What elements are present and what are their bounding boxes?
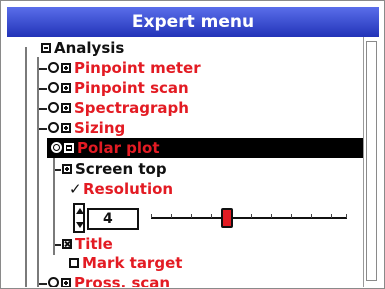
resolution-value-field[interactable]: 4 bbox=[87, 208, 139, 230]
expert-menu-window: Expert menu Analysis Pinpoint meter Pinp… bbox=[0, 0, 385, 289]
tree-item-pinpoint-scan[interactable]: Pinpoint scan bbox=[39, 78, 189, 98]
tree-connector bbox=[55, 168, 61, 171]
radio-icon[interactable] bbox=[48, 82, 59, 93]
resolution-slider-track[interactable] bbox=[151, 214, 347, 219]
radio-icon[interactable] bbox=[48, 102, 59, 113]
expand-icon[interactable] bbox=[61, 277, 71, 287]
slider-tick bbox=[191, 214, 192, 218]
checkbox-icon[interactable] bbox=[69, 257, 79, 268]
tree-item-resolution[interactable]: ✓Resolution bbox=[69, 179, 173, 199]
slider-tick bbox=[331, 214, 332, 218]
radio-selected-icon[interactable] bbox=[51, 142, 62, 153]
tree-root-label: Analysis bbox=[54, 39, 125, 57]
radio-icon[interactable] bbox=[48, 62, 59, 73]
tree-item-label: Resolution bbox=[83, 180, 174, 198]
tree-item-label: Screen top bbox=[75, 160, 167, 178]
spin-up-icon[interactable] bbox=[76, 208, 84, 214]
resolution-slider-handle[interactable] bbox=[221, 208, 234, 228]
tree-item-label: Sizing bbox=[74, 119, 126, 137]
expand-icon[interactable] bbox=[61, 62, 71, 73]
slider-tick bbox=[251, 214, 252, 218]
tree-connector bbox=[39, 282, 47, 285]
tree-item-spectragraph[interactable]: Spectragraph bbox=[39, 98, 189, 118]
expand-icon[interactable] bbox=[61, 82, 71, 93]
tree-item-label: Spectragraph bbox=[74, 99, 189, 117]
x-box-icon[interactable] bbox=[62, 238, 72, 249]
slider-tick bbox=[291, 214, 292, 218]
resolution-spinner[interactable] bbox=[73, 203, 85, 233]
tree-connector bbox=[39, 107, 47, 110]
tree-connector bbox=[39, 67, 47, 70]
tree-item-polar-plot[interactable]: Polar plot bbox=[47, 138, 363, 158]
menu-panel: Expert menu Analysis Pinpoint meter Pinp… bbox=[7, 7, 379, 287]
window-title: Expert menu bbox=[7, 7, 379, 37]
tree-item-label: Mark target bbox=[82, 254, 183, 272]
tree-item-mark-target[interactable]: Mark target bbox=[69, 253, 182, 273]
tree-item-pross-scan[interactable]: Pross. scan bbox=[39, 273, 170, 287]
tree-guide-line bbox=[25, 47, 27, 287]
tree-item-title[interactable]: Title bbox=[55, 234, 113, 254]
tree-item-screen-top[interactable]: Screen top bbox=[55, 159, 167, 179]
vertical-scrollbar[interactable] bbox=[363, 37, 379, 287]
tree-item-label: Pross. scan bbox=[74, 274, 171, 287]
tree-connector bbox=[39, 87, 47, 90]
spin-down-icon[interactable] bbox=[76, 222, 84, 228]
tree-connector bbox=[39, 127, 47, 130]
radio-icon[interactable] bbox=[48, 277, 59, 287]
slider-tick bbox=[171, 214, 172, 218]
tree-item-sizing[interactable]: Sizing bbox=[39, 118, 125, 138]
tree-item-label: Pinpoint meter bbox=[74, 59, 201, 77]
tree-item-pinpoint-meter[interactable]: Pinpoint meter bbox=[39, 58, 201, 78]
slider-tick bbox=[211, 214, 212, 218]
expand-icon[interactable] bbox=[61, 102, 71, 113]
tree-item-label: Polar plot bbox=[77, 139, 160, 157]
slider-tick bbox=[346, 214, 347, 218]
collapse-icon[interactable] bbox=[41, 42, 51, 53]
slider-tick bbox=[151, 214, 152, 218]
expand-icon[interactable] bbox=[61, 122, 71, 133]
slider-tick bbox=[311, 214, 312, 218]
collapse-icon[interactable] bbox=[64, 142, 74, 153]
checkmark-icon: ✓ bbox=[69, 180, 82, 198]
tree-item-label: Pinpoint scan bbox=[74, 79, 189, 97]
tree-connector bbox=[55, 243, 61, 246]
slider-tick bbox=[271, 214, 272, 218]
radio-icon[interactable] bbox=[48, 122, 59, 133]
tree-root-analysis[interactable]: Analysis bbox=[41, 38, 124, 58]
expand-icon[interactable] bbox=[62, 163, 72, 174]
scrollbar-thumb[interactable] bbox=[366, 41, 377, 281]
tree-item-label: Title bbox=[75, 235, 113, 253]
